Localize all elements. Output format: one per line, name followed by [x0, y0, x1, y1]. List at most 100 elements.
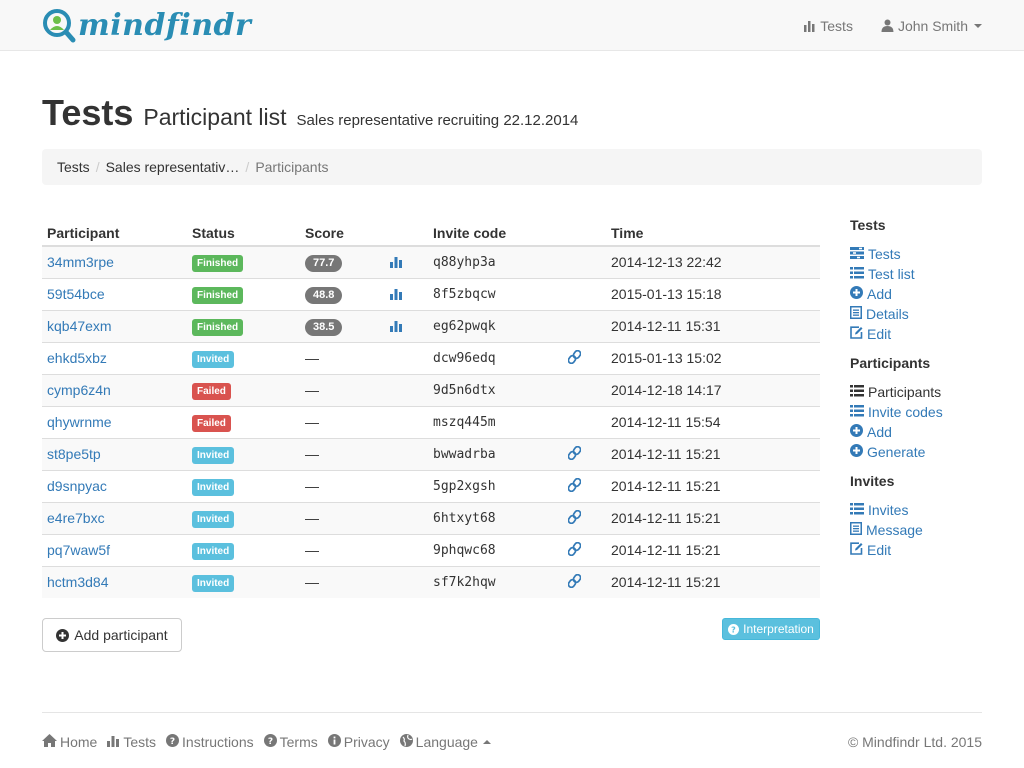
footer-link-privacy[interactable]: Privacy [327, 734, 390, 750]
sidebar-group: Invites Invites Message Edit [850, 472, 990, 560]
user-menu[interactable]: John Smith [881, 18, 982, 34]
plus-circle-icon [56, 628, 70, 642]
status-badge: Invited [192, 446, 235, 464]
footer-link-home[interactable]: Home [42, 734, 97, 750]
breadcrumb-separator: / [245, 159, 250, 175]
sidebar-item-label: Invites [868, 502, 909, 518]
participant-link[interactable]: st8pe5tp [47, 446, 101, 462]
info-circle-icon [327, 734, 341, 750]
footer-link-label: Privacy [343, 734, 390, 750]
user-icon [881, 19, 894, 32]
link-icon[interactable] [567, 477, 582, 495]
invite-code: 9phqwc68 [428, 533, 563, 566]
logo-magnifier-icon [43, 9, 76, 43]
invite-code: 9d5n6dtx [428, 373, 563, 406]
participant-link[interactable]: 34mm3rpe [47, 254, 114, 270]
invite-code: q88yhp3a [428, 245, 563, 278]
sidebar-item-edit[interactable]: Edit [850, 324, 990, 344]
list-icon [850, 382, 864, 402]
sidebar-item-add[interactable]: Add [850, 284, 990, 304]
participant-link[interactable]: qhywrnme [47, 414, 112, 430]
list-icon [850, 402, 864, 422]
score-badge: 38.5 [305, 318, 343, 336]
document-icon [850, 304, 862, 324]
sidebar-item-label: Test list [868, 266, 915, 282]
tasks-icon [850, 244, 864, 264]
invite-code: eg62pwqk [428, 309, 563, 342]
col-link [563, 214, 606, 247]
page-header: Tests Participant list Sales representat… [42, 92, 578, 134]
sidebar-item-add[interactable]: Add [850, 422, 990, 442]
logo-text: mindfindr [78, 8, 252, 43]
footer-link-terms[interactable]: ? Terms [263, 734, 318, 750]
sidebar-item-label: Tests [868, 246, 901, 262]
footer: Home Tests? Instructions? Terms Privacy … [42, 712, 982, 750]
participant-link[interactable]: cymp6z4n [47, 382, 111, 398]
score-empty: — [305, 414, 319, 430]
link-icon[interactable] [567, 541, 582, 559]
link-icon[interactable] [567, 509, 582, 527]
table-row: ehkd5xbz Invited — dcw96edq 2015-01-13 1… [42, 341, 820, 374]
navbar: mindfindr Tests John Smith [0, 0, 1024, 51]
edit-icon [850, 324, 863, 344]
participant-table: Participant Status Score Invite code Tim… [42, 214, 820, 598]
page-title: Tests [42, 92, 134, 133]
bar-chart-icon[interactable] [390, 319, 403, 335]
sidebar-item-generate[interactable]: Generate [850, 442, 990, 462]
participant-link[interactable]: kqb47exm [47, 318, 112, 334]
sidebar-item-edit[interactable]: Edit [850, 540, 990, 560]
sidebar-item-label: Edit [867, 542, 892, 558]
link-icon[interactable] [567, 445, 582, 463]
sidebar-item-tests[interactable]: Tests [850, 244, 990, 264]
participant-link[interactable]: d9snpyac [47, 478, 107, 494]
invite-code: 5gp2xgsh [428, 469, 563, 502]
footer-link-language[interactable]: Language [399, 734, 491, 750]
participant-link[interactable]: pq7waw5f [47, 542, 110, 558]
participant-table-wrapper: Participant Status Score Invite code Tim… [42, 214, 820, 598]
link-icon[interactable] [567, 573, 582, 591]
col-status: Status [187, 214, 300, 247]
invite-code: 8f5zbqcw [428, 277, 563, 310]
breadcrumb-separator: / [95, 159, 100, 175]
breadcrumb-tests[interactable]: Tests [57, 159, 90, 175]
page-context: Sales representative recruiting 22.12.20… [296, 112, 579, 129]
link-icon[interactable] [567, 349, 582, 367]
participant-link[interactable]: 59t54bce [47, 286, 105, 302]
invite-code: mszq445m [428, 405, 563, 438]
sidebar-item-details[interactable]: Details [850, 304, 990, 324]
logo[interactable]: mindfindr [42, 8, 251, 44]
status-badge: Invited [192, 574, 235, 592]
time-cell: 2014-12-11 15:21 [606, 533, 820, 566]
score-empty: — [305, 542, 319, 558]
sidebar: Tests Tests Test list Add Details Edit P… [850, 216, 990, 570]
table-row: d9snpyac Invited — 5gp2xgsh 2014-12-11 1… [42, 469, 820, 502]
nav-tests-link[interactable]: Tests [804, 18, 853, 34]
bar-chart-icon[interactable] [390, 255, 403, 271]
sidebar-item-label: Add [867, 424, 892, 440]
participant-link[interactable]: ehkd5xbz [47, 350, 107, 366]
table-row: 59t54bce Finished 48.8 8f5zbqcw 2015-01-… [42, 277, 820, 310]
add-participant-button[interactable]: Add participant [42, 618, 182, 652]
interpretation-button[interactable]: ? Interpretation [722, 618, 820, 640]
time-cell: 2014-12-11 15:21 [606, 469, 820, 502]
sidebar-item-message[interactable]: Message [850, 520, 990, 540]
footer-link-instructions[interactable]: ? Instructions [166, 734, 254, 750]
score-badge: 77.7 [305, 254, 343, 272]
participant-link[interactable]: hctm3d84 [47, 574, 108, 590]
bar-chart-icon[interactable] [390, 287, 403, 303]
participant-link[interactable]: e4re7bxc [47, 510, 105, 526]
sidebar-item-participants[interactable]: Participants [850, 382, 990, 402]
plus-circle-icon [850, 284, 863, 304]
status-badge: Invited [192, 478, 235, 496]
status-badge: Finished [192, 318, 244, 336]
breadcrumb: Tests / Sales representativ… / Participa… [42, 149, 982, 185]
footer-link-tests[interactable]: Tests [107, 734, 156, 750]
sidebar-item-label: Generate [867, 444, 926, 460]
score-empty: — [305, 446, 319, 462]
sidebar-item-invite-codes[interactable]: Invite codes [850, 402, 990, 422]
sidebar-item-test-list[interactable]: Test list [850, 264, 990, 284]
time-cell: 2014-12-11 15:21 [606, 501, 820, 534]
table-row: qhywrnme Failed — mszq445m 2014-12-11 15… [42, 405, 820, 438]
sidebar-item-invites[interactable]: Invites [850, 500, 990, 520]
breadcrumb-test[interactable]: Sales representativ… [106, 159, 240, 175]
